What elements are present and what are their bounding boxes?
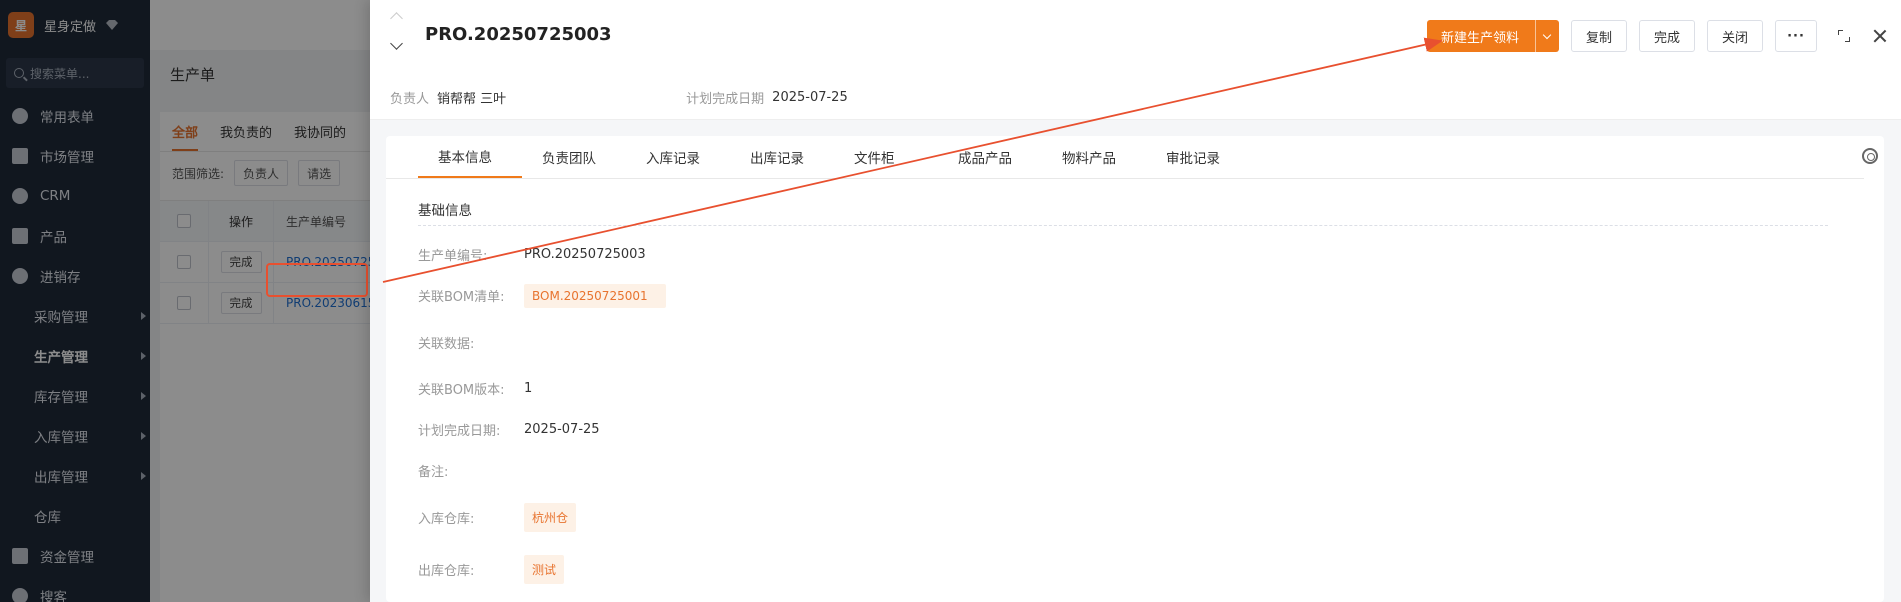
field-due-date: 计划完成日期: 2025-07-25 [418, 409, 1884, 450]
field-label: 计划完成日期: [418, 424, 501, 439]
tab-outbound-records[interactable]: 出库记录 [730, 135, 834, 178]
field-label: 入库仓库: [418, 511, 475, 527]
new-material-request-button[interactable]: 新建生产领料 [1426, 20, 1559, 52]
field-related-data: 关联数据: [418, 316, 1884, 368]
bom-tag[interactable]: BOM.20250725001 [524, 283, 666, 308]
due-value: 2025-07-25 [772, 90, 848, 105]
field-remark: 备注: [418, 450, 1884, 491]
field-bom: 关联BOM清单: BOM.20250725001 [418, 275, 1884, 316]
field-label: 备注: [418, 465, 449, 480]
detail-drawer: PRO.20250725003 新建生产领料 复制 完成 关闭 ··· 负责人 … [370, 0, 1901, 602]
tab-finished-products[interactable]: 成品产品 [938, 135, 1042, 178]
in-warehouse-tag[interactable]: 杭州仓 [524, 502, 577, 532]
new-material-request-label: 新建生产领料 [1440, 30, 1519, 46]
chevron-down-icon [1543, 30, 1552, 39]
drawer-meta: 负责人 销帮帮 三叶 计划完成日期 2025-07-25 [370, 76, 1901, 120]
owner-value: 销帮帮 三叶 [437, 92, 507, 107]
more-button[interactable]: ··· [1775, 20, 1817, 52]
field-in-warehouse: 入库仓库: 杭州仓 [418, 491, 1884, 543]
expand-icon [1838, 30, 1850, 42]
field-order-no: 生产单编号: PRO.20250725003 [418, 234, 1884, 275]
tab-inbound-records[interactable]: 入库记录 [626, 135, 730, 178]
complete-button[interactable]: 完成 [1638, 20, 1695, 52]
drawer-body: 基本信息 负责团队 入库记录 出库记录 文件柜 成品产品 物料产品 审批记录 基… [386, 136, 1884, 602]
copy-button[interactable]: 复制 [1570, 20, 1627, 52]
drawer-mask[interactable] [0, 0, 370, 602]
section-title: 基础信息 [418, 199, 1828, 226]
field-label: 关联BOM清单: [418, 290, 505, 305]
field-value: 1 [524, 381, 533, 396]
field-bom-version: 关联BOM版本: 1 [418, 368, 1884, 409]
field-label: 生产单编号: [418, 249, 488, 264]
field-value: 2025-07-25 [524, 422, 600, 437]
detail-tabs: 基本信息 负责团队 入库记录 出库记录 文件柜 成品产品 物料产品 审批记录 [386, 135, 1878, 179]
fullscreen-button[interactable] [1829, 20, 1859, 52]
owner-label: 负责人 [390, 92, 430, 107]
chevron-up-icon[interactable] [390, 12, 403, 25]
gear-icon[interactable] [1862, 148, 1878, 164]
record-nav [390, 12, 403, 50]
field-label: 出库仓库: [418, 563, 475, 579]
close-button[interactable]: 关闭 [1706, 20, 1763, 52]
app-root: 星 星身定做 搜索菜单... 常用表单 市场管理 CRM 产品 进销存 采购管理… [0, 0, 1901, 602]
tab-basic-info[interactable]: 基本信息 [418, 135, 522, 178]
dropdown-caret[interactable] [1534, 20, 1559, 52]
field-out-warehouse: 出库仓库: 测试 [418, 543, 1884, 595]
out-warehouse-tag[interactable]: 测试 [524, 554, 565, 584]
field-value: PRO.20250725003 [524, 247, 646, 262]
due-label: 计划完成日期 [686, 92, 765, 107]
field-label: 关联BOM版本: [418, 383, 505, 398]
tab-team[interactable]: 负责团队 [522, 135, 626, 178]
basic-info-section: 基础信息 生产单编号: PRO.20250725003 关联BOM清单: BOM… [386, 179, 1884, 595]
drawer-title: PRO.20250725003 [425, 24, 612, 45]
close-icon [1873, 29, 1887, 43]
highlight-box [266, 263, 368, 297]
drawer-close-button[interactable] [1865, 20, 1895, 52]
tab-file-cabinet[interactable]: 文件柜 [834, 135, 938, 178]
chevron-down-icon[interactable] [390, 37, 403, 50]
tab-approval-records[interactable]: 审批记录 [1146, 135, 1250, 178]
tab-material-products[interactable]: 物料产品 [1042, 135, 1146, 178]
drawer-actions: 新建生产领料 复制 完成 关闭 ··· [1426, 20, 1901, 52]
drawer-header: PRO.20250725003 新建生产领料 复制 完成 关闭 ··· [370, 0, 1901, 78]
field-label: 关联数据: [418, 336, 475, 352]
